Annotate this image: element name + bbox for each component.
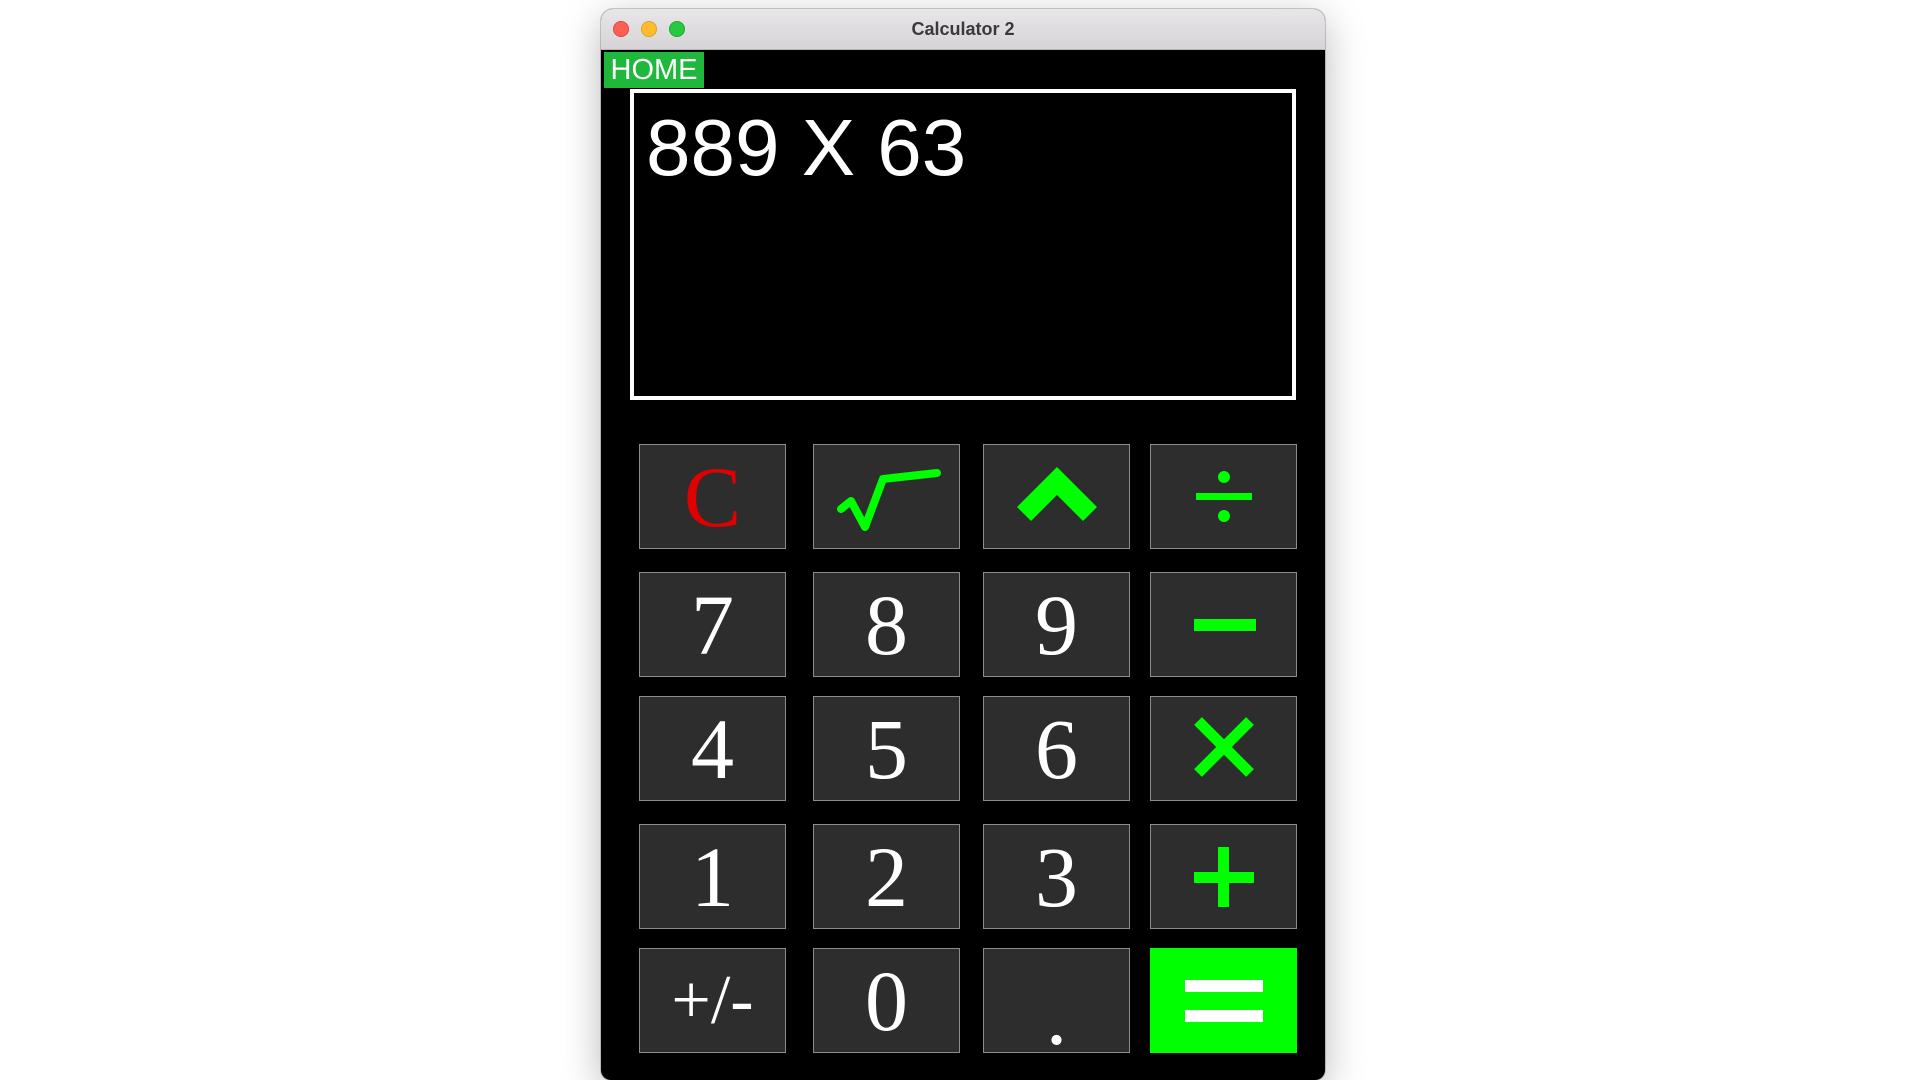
three-button[interactable]: 3 (983, 824, 1130, 929)
plus-minus-button[interactable]: +/- (639, 948, 786, 1053)
four-label: 4 (691, 700, 734, 797)
divide-button[interactable] (1150, 444, 1297, 549)
multiply-button[interactable] (1150, 696, 1297, 801)
home-button[interactable]: HOME (604, 52, 704, 88)
one-button[interactable]: 1 (639, 824, 786, 929)
clear-label: C (683, 448, 742, 545)
caret-up-icon (1016, 466, 1097, 521)
calculator-display: 889 X 63 (630, 89, 1296, 400)
eight-button[interactable]: 8 (813, 572, 960, 677)
power-button[interactable] (983, 444, 1130, 549)
subtract-button[interactable] (1150, 572, 1297, 677)
nine-label: 9 (1035, 576, 1078, 673)
display-expression: 889 X 63 (646, 103, 967, 192)
five-button[interactable]: 5 (813, 696, 960, 801)
add-button[interactable] (1150, 824, 1297, 929)
one-label: 1 (691, 828, 734, 925)
square-root-icon (836, 468, 941, 531)
two-button[interactable]: 2 (813, 824, 960, 929)
zero-label: 0 (865, 952, 908, 1049)
five-label: 5 (865, 700, 908, 797)
eight-label: 8 (865, 576, 908, 673)
six-label: 6 (1035, 700, 1078, 797)
plus-minus-label: +/- (671, 961, 754, 1039)
multiply-icon (1193, 716, 1254, 777)
equals-button[interactable] (1150, 948, 1297, 1053)
calculator-window: Calculator 2 HOME 889 X 63 C 7 8 9 4 5 6… (601, 9, 1325, 1080)
square-root-button[interactable] (813, 444, 960, 549)
divide-icon (1195, 470, 1252, 522)
minus-icon (1193, 618, 1256, 631)
clear-button[interactable]: C (639, 444, 786, 549)
four-button[interactable]: 4 (639, 696, 786, 801)
decimal-button[interactable]: . (983, 948, 1130, 1053)
two-label: 2 (865, 828, 908, 925)
window-title: Calculator 2 (911, 19, 1015, 39)
plus-icon (1193, 846, 1254, 907)
decimal-label: . (1045, 966, 1068, 1053)
zero-button[interactable]: 0 (813, 948, 960, 1053)
seven-button[interactable]: 7 (639, 572, 786, 677)
six-button[interactable]: 6 (983, 696, 1130, 801)
seven-label: 7 (691, 576, 734, 673)
nine-button[interactable]: 9 (983, 572, 1130, 677)
title-bar[interactable]: Calculator 2 (601, 9, 1325, 50)
three-label: 3 (1035, 828, 1078, 925)
equals-icon (1184, 979, 1263, 1022)
